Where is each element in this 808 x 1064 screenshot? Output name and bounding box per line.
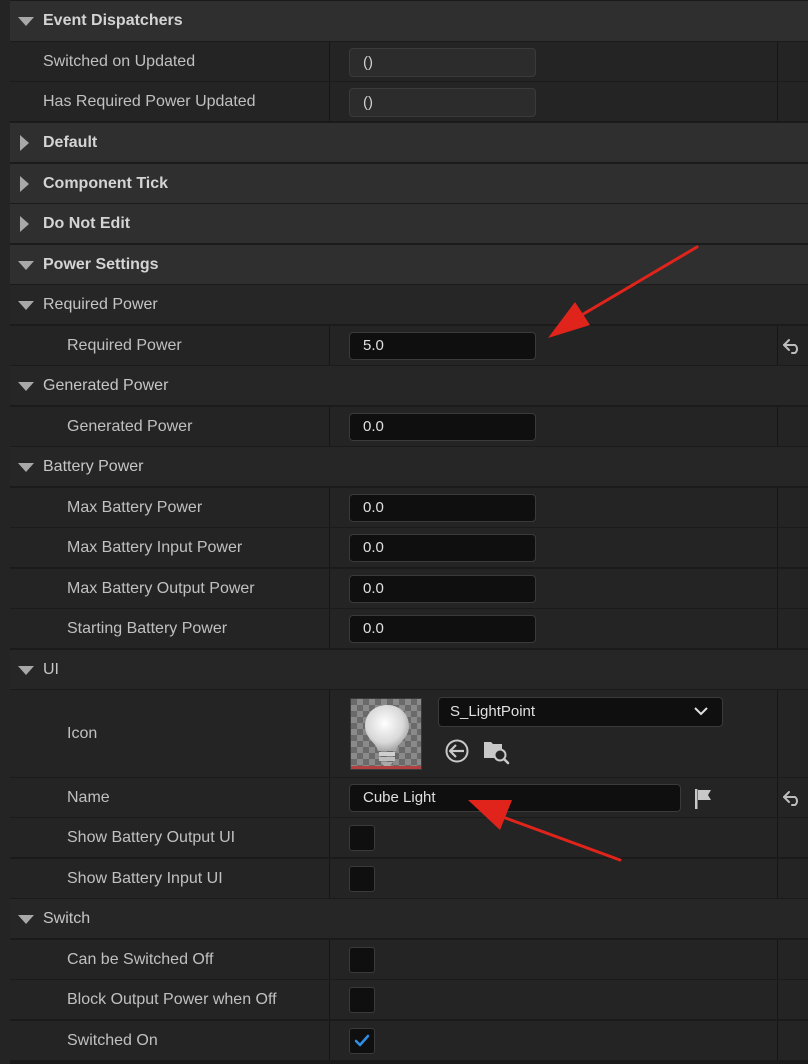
row-icon: Icon S_LightPoint [10,689,808,777]
property-label: Generated Power [67,417,193,435]
row-max-battery-input-power: Max Battery Input Power 0.0 [10,527,808,567]
required-power-input[interactable]: 5.0 [349,332,536,360]
row-starting-battery-power: Starting Battery Power 0.0 [10,608,808,648]
can-be-switched-off-checkbox[interactable] [349,947,375,973]
property-label: Max Battery Output Power [67,579,255,597]
name-input[interactable]: Cube Light [349,784,681,812]
row-name: Name Cube Light [10,777,808,817]
triangle-down-icon[interactable] [18,381,34,391]
category-label: Power Settings [43,255,159,273]
property-label: Can be Switched Off [67,950,214,968]
row-show-battery-output-ui: Show Battery Output UI [10,817,808,857]
triangle-right-icon[interactable] [20,175,29,192]
property-label: Icon [67,724,98,742]
property-label: Show Battery Output UI [67,828,236,846]
property-label: Switched On [67,1031,158,1049]
lightbulb-icon [365,705,409,766]
browse-asset-icon[interactable] [482,737,510,765]
generated-power-input[interactable]: 0.0 [349,413,536,441]
event-dispatcher-signature[interactable]: () [349,88,536,117]
row-max-battery-output-power: Max Battery Output Power 0.0 [10,568,808,608]
triangle-down-icon[interactable] [18,462,34,472]
block-output-power-when-off-checkbox[interactable] [349,987,375,1013]
category-switch[interactable]: Switch [10,898,808,938]
property-label: Show Battery Input UI [67,869,223,887]
max-battery-power-input[interactable]: 0.0 [349,494,536,522]
group-required-power[interactable]: Required Power [10,284,808,324]
category-power-settings[interactable]: Power Settings [10,244,808,284]
group-label: Generated Power [43,376,169,394]
switched-on-checkbox[interactable] [349,1028,375,1054]
triangle-down-icon[interactable] [18,665,34,675]
show-battery-input-ui-checkbox[interactable] [349,866,375,892]
show-battery-output-ui-checkbox[interactable] [349,825,375,851]
category-label: Default [43,133,98,151]
triangle-down-icon[interactable] [18,17,34,26]
category-event-dispatchers[interactable]: Event Dispatchers [10,0,808,41]
category-component-tick[interactable]: Component Tick [10,163,808,203]
row-required-power: Required Power 5.0 [10,325,808,365]
property-label: Max Battery Power [67,498,203,516]
property-label: Name [67,788,110,806]
group-label: Required Power [43,295,158,313]
triangle-down-icon[interactable] [18,260,34,270]
category-label: Switch [43,909,91,927]
category-label: UI [43,660,59,678]
event-dispatcher-signature[interactable]: () [349,48,536,77]
row-block-output-power-when-off: Block Output Power when Off [10,979,808,1019]
use-selected-arrow-icon[interactable] [444,738,470,764]
category-label: Event Dispatchers [43,12,183,29]
max-battery-input-power-input[interactable]: 0.0 [349,534,536,562]
triangle-right-icon[interactable] [20,134,29,151]
checkmark-icon [354,1034,370,1047]
category-ui[interactable]: UI [10,649,808,689]
category-do-not-edit[interactable]: Do Not Edit [10,203,808,243]
category-label: Do Not Edit [43,214,131,232]
group-battery-power[interactable]: Battery Power [10,446,808,486]
row-max-battery-power: Max Battery Power 0.0 [10,487,808,527]
property-label: Has Required Power Updated [43,92,256,110]
category-default[interactable]: Default [10,122,808,162]
property-label: Starting Battery Power [67,619,228,637]
group-label: Battery Power [43,457,144,475]
panel-left-strip [0,0,10,1064]
category-label: Component Tick [43,174,169,192]
row-can-be-switched-off: Can be Switched Off [10,939,808,979]
property-label: Required Power [67,336,182,354]
asset-picker-dropdown[interactable]: S_LightPoint [438,697,723,727]
property-label: Switched on Updated [43,52,196,70]
row-switched-on: Switched On [10,1020,808,1060]
property-label: Block Output Power when Off [67,990,277,1008]
starting-battery-power-input[interactable]: 0.0 [349,615,536,643]
asset-name: S_LightPoint [450,703,536,720]
reset-arrow-icon[interactable] [782,337,802,355]
triangle-down-icon[interactable] [18,300,34,310]
triangle-right-icon[interactable] [20,215,29,232]
row-show-battery-input-ui: Show Battery Input UI [10,858,808,898]
chevron-down-icon [694,707,708,716]
property-label: Max Battery Input Power [67,538,243,556]
row-switched-on-updated: Switched on Updated () [10,41,808,81]
row-has-required-power-updated: Has Required Power Updated () [10,81,808,121]
asset-thumbnail[interactable] [350,698,422,770]
flag-icon[interactable] [693,788,715,810]
max-battery-output-power-input[interactable]: 0.0 [349,575,536,603]
asset-type-color-bar [351,766,421,769]
row-generated-power: Generated Power 0.0 [10,406,808,446]
group-generated-power[interactable]: Generated Power [10,365,808,405]
triangle-down-icon[interactable] [18,914,34,924]
reset-arrow-icon[interactable] [782,789,802,807]
